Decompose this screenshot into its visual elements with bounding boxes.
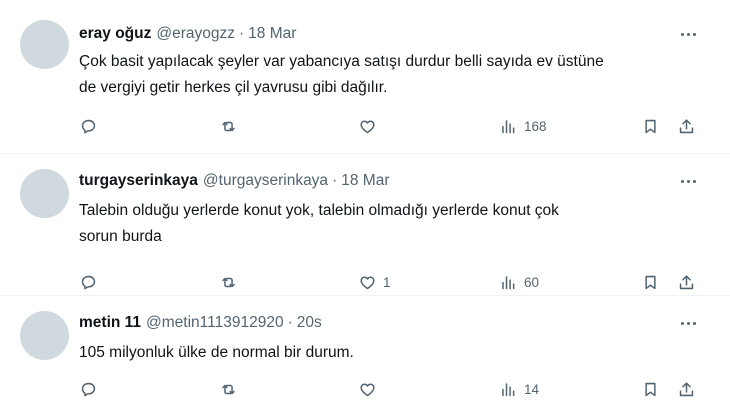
more-dots-icon[interactable] [676, 313, 700, 333]
tweet-reply-1[interactable]: eray oğuz @erayogzz · 18 Mar Çok basit y… [0, 0, 730, 154]
views-button[interactable]: 14 [499, 378, 539, 400]
view-count: 60 [524, 274, 540, 290]
avatar[interactable] [20, 169, 69, 218]
reply-button[interactable] [79, 378, 98, 400]
view-count: 14 [524, 381, 540, 397]
heart-icon [360, 382, 375, 396]
bookmark-button[interactable] [641, 271, 660, 293]
tweet-text: Çok basit yapılacak şeyler var yabancıya… [79, 49, 709, 101]
like-count: 1 [383, 274, 391, 290]
like-button[interactable] [358, 378, 383, 400]
tweet-timestamp[interactable]: 18 Mar [341, 172, 389, 190]
more-dots-icon[interactable] [676, 171, 700, 191]
author-handle[interactable]: @metin1113912920 [146, 314, 284, 332]
views-button[interactable]: 168 [499, 115, 547, 137]
tweet-text-line: 105 milyonluk ülke de normal bir durum. [79, 344, 354, 361]
retweet-button[interactable] [219, 271, 238, 293]
like-button[interactable] [358, 115, 383, 137]
author-name[interactable]: metin 11 [79, 314, 141, 332]
views-button[interactable]: 60 [499, 271, 539, 293]
views-bar-chart-icon [502, 119, 515, 133]
avatar[interactable] [20, 20, 69, 69]
heart-icon [360, 119, 375, 133]
heart-icon [360, 275, 375, 289]
share-button[interactable] [677, 271, 696, 293]
reply-bubble-icon [81, 275, 96, 289]
tweet-text-line: sorun burda [79, 228, 162, 245]
share-upload-icon [679, 118, 694, 133]
bookmark-button[interactable] [641, 115, 660, 137]
separator-dot: · [287, 314, 293, 331]
views-bar-chart-icon [502, 275, 515, 289]
tweet-text-line: de vergiyi getir herkes çil yavrusu gibi… [79, 79, 388, 96]
author-handle[interactable]: @turgayserinkaya [203, 172, 328, 190]
reply-button[interactable] [79, 271, 98, 293]
tweet-header: eray oğuz @erayogzz · 18 Mar [79, 23, 296, 45]
bookmark-button[interactable] [641, 378, 660, 400]
separator-dot: · [332, 172, 338, 189]
separator-dot: · [239, 25, 245, 42]
tweet-text-line: Çok basit yapılacak şeyler var yabancıya… [79, 53, 604, 70]
retweet-button[interactable] [219, 115, 238, 137]
retweet-button[interactable] [219, 378, 238, 400]
tweet-text: 105 milyonluk ülke de normal bir durum. [79, 340, 709, 366]
retweet-icon [222, 121, 235, 131]
tweet-header: metin 11 @metin1113912920 · 20s [79, 312, 322, 334]
reply-bubble-icon [81, 382, 96, 396]
tweet-text: Talebin olduğu yerlerde konut yok, taleb… [79, 198, 709, 250]
tweet-actions: 1 60 [79, 271, 699, 293]
author-name[interactable]: eray oğuz [79, 25, 151, 43]
tweet-reply-3[interactable]: metin 11 @metin1113912920 · 20s 105 mily… [0, 296, 730, 420]
bookmark-icon [645, 119, 656, 133]
retweet-icon [222, 384, 235, 394]
share-upload-icon [679, 274, 694, 289]
view-count: 168 [524, 118, 547, 134]
like-button[interactable]: 1 [358, 271, 391, 293]
more-dots-icon[interactable] [676, 24, 700, 44]
share-upload-icon [679, 381, 694, 396]
tweet-header: turgayserinkaya @turgayserinkaya · 18 Ma… [79, 170, 389, 192]
reply-button[interactable] [79, 115, 98, 137]
share-button[interactable] [677, 378, 696, 400]
reply-bubble-icon [81, 119, 96, 133]
views-bar-chart-icon [502, 382, 515, 396]
tweet-actions: 168 [79, 115, 699, 137]
author-handle[interactable]: @erayogzz [156, 25, 235, 43]
retweet-icon [222, 277, 235, 287]
author-name[interactable]: turgayserinkaya [79, 172, 198, 190]
tweet-timestamp[interactable]: 18 Mar [248, 25, 296, 43]
tweet-reply-2[interactable]: turgayserinkaya @turgayserinkaya · 18 Ma… [0, 154, 730, 296]
bookmark-icon [645, 382, 656, 396]
tweet-actions: 14 [79, 378, 699, 400]
share-button[interactable] [677, 115, 696, 137]
tweet-timestamp[interactable]: 20s [297, 314, 322, 332]
tweet-text-line: Talebin olduğu yerlerde konut yok, taleb… [79, 202, 559, 219]
avatar[interactable] [20, 311, 69, 360]
bookmark-icon [645, 275, 656, 289]
